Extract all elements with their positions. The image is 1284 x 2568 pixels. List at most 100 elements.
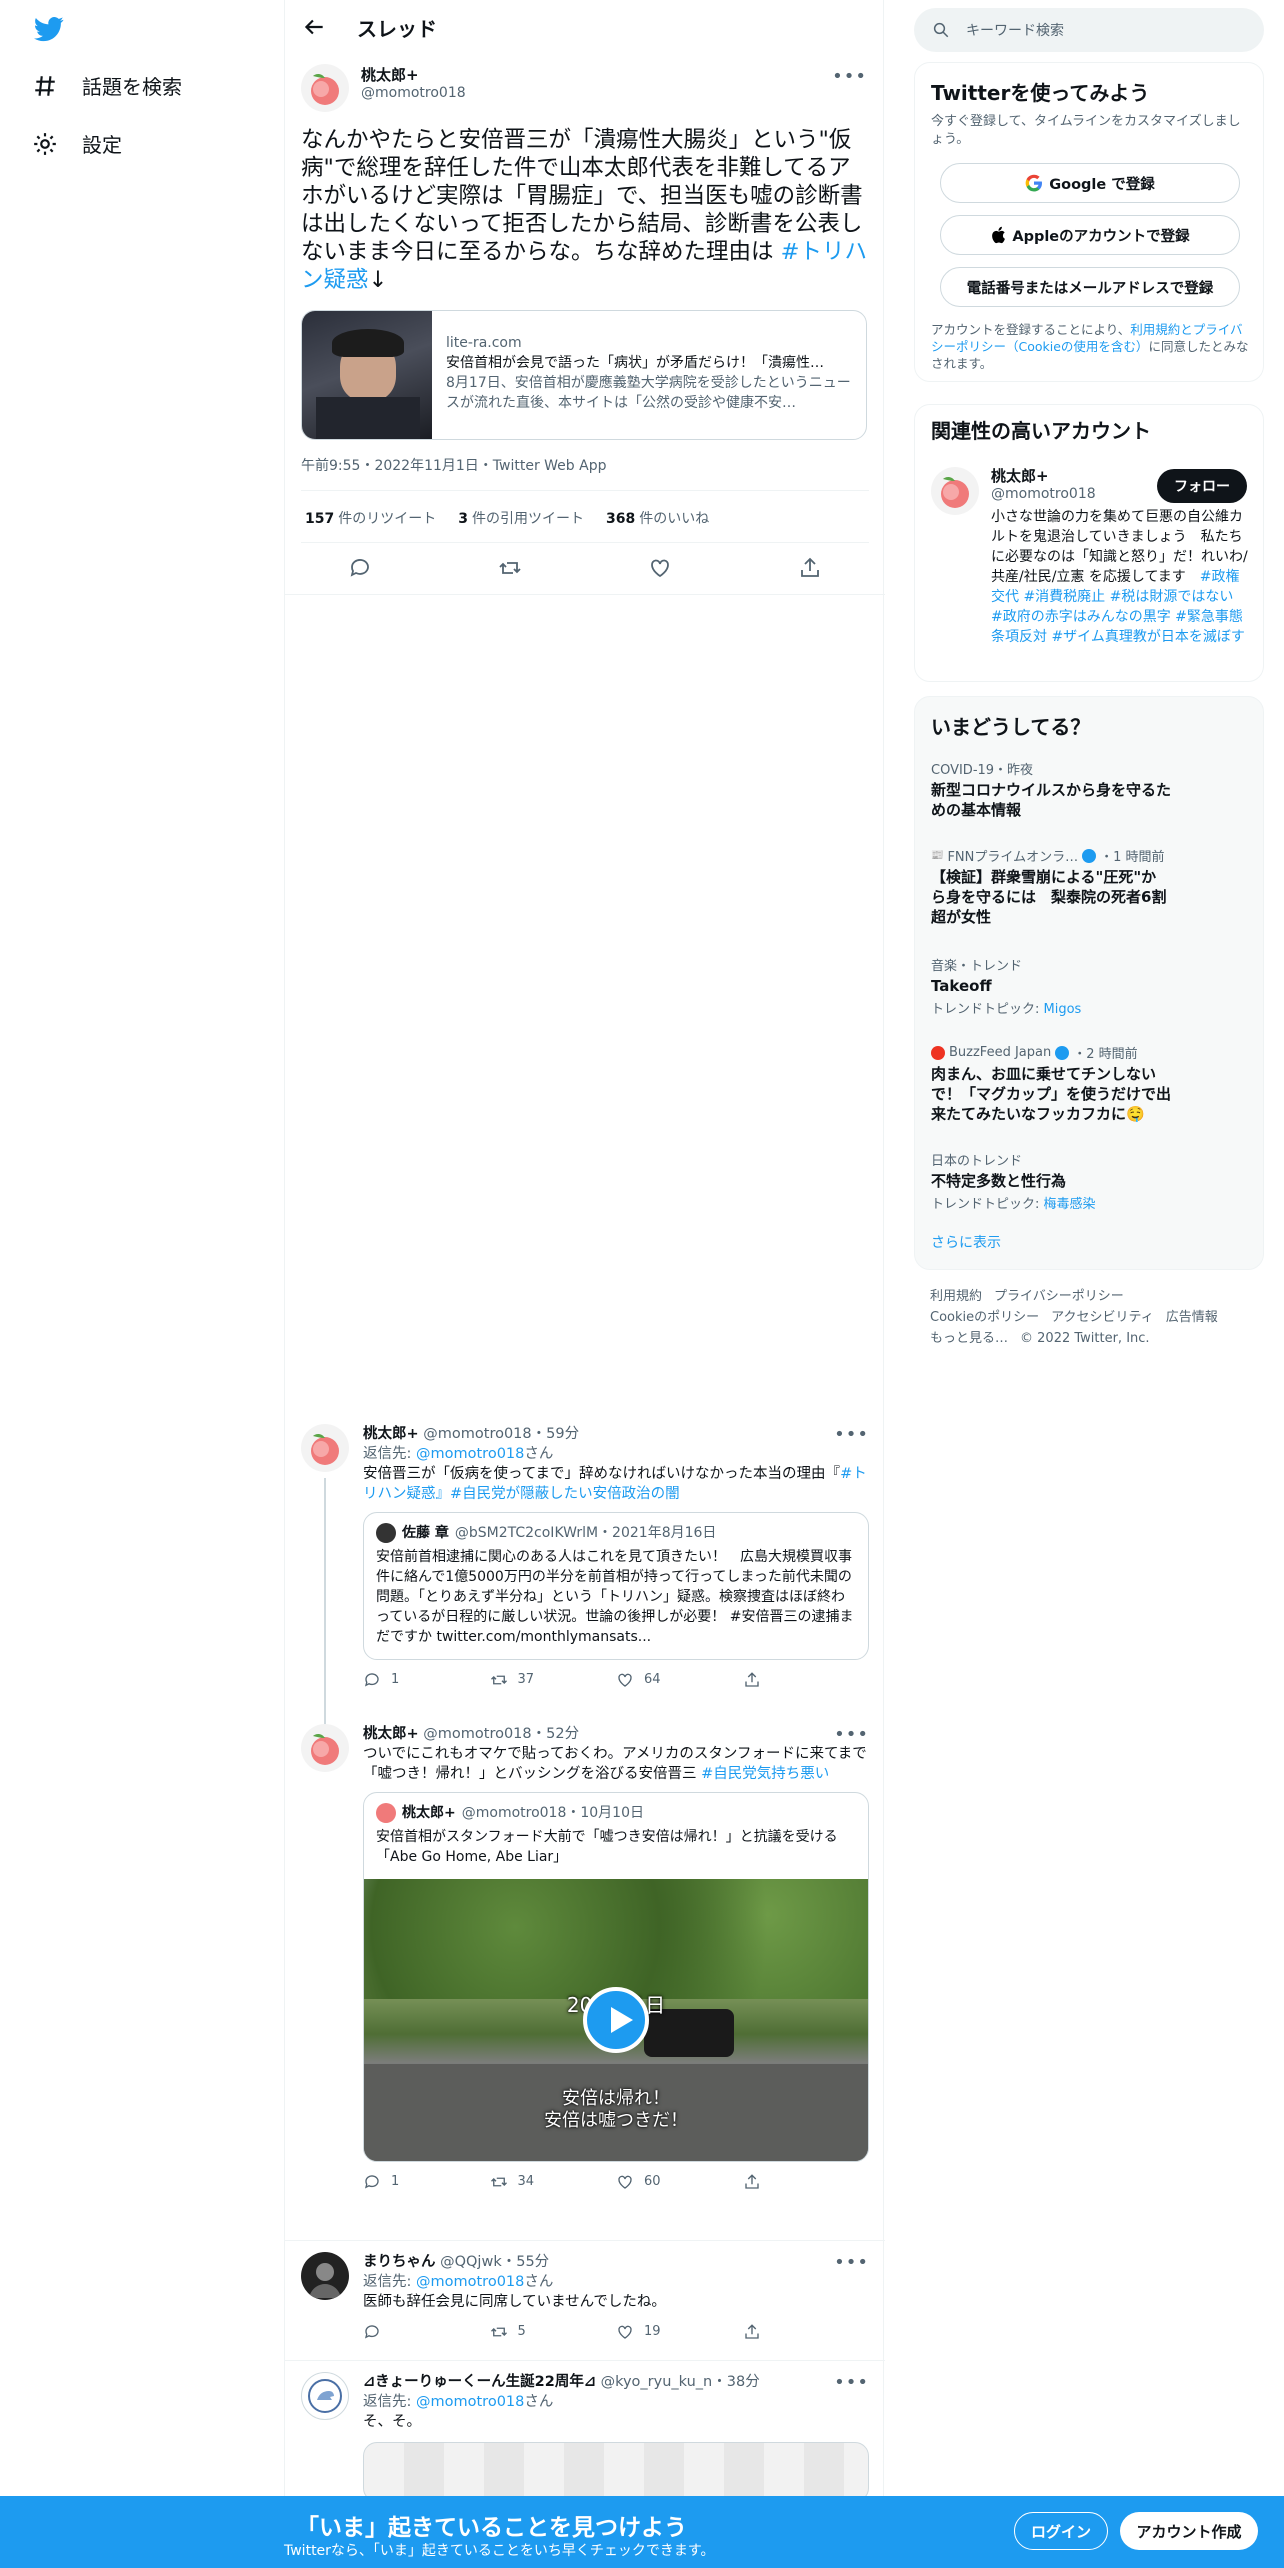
related-handle[interactable]: @momotro018 [991,486,1096,502]
link-description: 8月17日、安倍首相が慶應義塾大学病院を受診したというニュースが流れた直後、本サ… [446,375,851,411]
trend-item[interactable]: 📰 FNNプライムオンラ… ・1 時間前 【検証】群衆雪崩による"圧死"から身を守る… [931,846,1251,927]
trend-topic-link[interactable]: Migos [1044,1002,1082,1017]
reply-meta[interactable]: @kyo_ryu_ku_n・38分 [601,2374,760,2390]
share-button[interactable] [743,1670,870,1690]
follow-button[interactable]: フォロー [1157,469,1247,503]
reply-to-handle[interactable]: @momotro018 [416,2274,524,2290]
footer-cookie-link[interactable]: Cookieのポリシー [930,1310,1039,1325]
footer-privacy-link[interactable]: プライバシーポリシー [994,1289,1124,1304]
retweet-count: 157 [305,511,335,527]
trend-item[interactable]: 音楽・トレンド Takeoff トレンドトピック: Migos [931,955,1251,1017]
play-button[interactable] [583,1987,649,2053]
related-name[interactable]: 桃太郎+ [991,465,1096,486]
share-icon [744,2324,759,2339]
footer-links: 利用規約 プライバシーポリシー Cookieのポリシー アクセシビリティ 広告情報 も… [930,1286,1260,1349]
reply-author-name[interactable]: ⊿きょーりゅーくーん生誕22周年⊿ [363,2374,596,2390]
hashtag-link[interactable]: #自民党気持ち悪い [701,1766,829,1782]
trend-topic-link[interactable]: 梅毒感染 [1044,1197,1096,1212]
news-logo-icon: 📰 [931,850,944,861]
quote-author: 桃太郎+ [402,1805,456,1821]
reply-button[interactable] [363,2322,490,2342]
quote-tweet[interactable]: 桃太郎+ @momotro018・10月10日 安倍首相がスタンフォード大前で「嘘… [363,1792,869,2162]
like-button[interactable]: 60 [616,2172,743,2192]
retweet-icon [490,2177,507,2187]
link-title: 安倍首相が会見で語った「病状」が矛盾だらけ！「潰瘍性… [446,355,824,371]
retweet-button[interactable]: 5 [490,2322,617,2342]
related-bio: 小さな世論の力を集めて巨悪の自公維カルトを鬼退治していきましょう 私たちに必要な… [991,507,1249,647]
apple-signup-button[interactable]: Appleのアカウントで登録 [940,215,1240,255]
dinosaur-avatar-icon [308,2379,342,2413]
share-button[interactable] [743,2172,870,2192]
reply-author-name[interactable]: 桃太郎+ [363,1726,419,1742]
footer-accessibility-link[interactable]: アクセシビリティ [1051,1310,1154,1325]
author-handle[interactable]: @momotro018 [361,85,466,101]
link-preview-card[interactable]: lite-ra.com 安倍首相が会見で語った「病状」が矛盾だらけ！「潰瘍性… … [301,310,867,440]
retweet-button[interactable]: 34 [490,2172,617,2192]
footer-terms-link[interactable]: 利用規約 [930,1289,982,1304]
avatar[interactable] [301,2252,349,2300]
reply-meta[interactable]: @QQjwk・55分 [440,2254,549,2270]
retweet-button[interactable]: 37 [490,1670,617,1690]
avatar[interactable] [301,1724,349,1772]
reply-to-prefix: 返信先: [363,2394,416,2410]
trend-title: 新型コロナウイルスから身を守るための基本情報 [931,781,1172,819]
nav-explore[interactable]: 話題を検索 [32,71,182,100]
quote-tweet[interactable]: 佐藤 章 @bSM2TC2coIKWrlM・2021年8月16日 安倍前首相逮捕に… [363,1512,869,1660]
reply-button[interactable]: 1 [363,2172,490,2192]
author-name[interactable]: 桃太郎+ [361,64,466,85]
like-stat[interactable]: 368 件のいいね [606,508,709,528]
search-input[interactable]: キーワード検索 [966,20,1064,40]
tweet-timestamp[interactable]: 午前9:55・2022年11月1日・Twitter Web App [301,455,606,475]
signup-card: Twitterを使ってみよう 今すぐ登録して、タイムラインをカスタマイズしましょ… [914,62,1264,382]
reply-author-name[interactable]: まりちゃん [363,2254,436,2270]
link-thumbnail-image [302,311,432,439]
trend-item[interactable]: COVID-19・昨夜 新型コロナウイルスから身を守るための基本情報 [931,759,1251,820]
reply-meta[interactable]: @momotro018・52分 [423,1726,579,1742]
divider [301,490,869,491]
search-box[interactable]: キーワード検索 [914,8,1264,52]
avatar[interactable] [301,2372,349,2420]
login-button[interactable]: ログイン [1014,2512,1108,2550]
reply-to-handle[interactable]: @momotro018 [416,1446,524,1462]
avatar[interactable] [301,1424,349,1472]
manga-image[interactable] [363,2442,869,2502]
signup-button[interactable]: アカウント作成 [1120,2512,1258,2550]
video-player[interactable]: 20 1日 安倍は帰れ！ 安倍は嘘つきだ！ [364,1879,868,2161]
reply-icon[interactable] [348,556,372,580]
reply-to-handle[interactable]: @momotro018 [416,2394,524,2410]
quote-text: 安倍前首相逮捕に関心のある人はこれを見て頂きたい！ 広島大規模買収事件に絡んで1… [376,1549,854,1645]
more-options-icon[interactable]: ••• [832,66,867,87]
avatar[interactable] [931,467,979,515]
footer-ads-link[interactable]: 広告情報 [1166,1310,1218,1325]
retweet-stat[interactable]: 157 件のリツイート [305,508,436,528]
reply-to-suffix: さん [524,1446,554,1462]
share-button[interactable] [743,2322,870,2342]
twitter-logo-icon[interactable] [32,14,66,44]
back-arrow-icon[interactable] [301,14,327,40]
phone-email-signup-label: 電話番号またはメールアドレスで登録 [966,280,1214,297]
footer-more-link[interactable]: もっと見る… [930,1331,1008,1346]
reply-author-name[interactable]: 桃太郎+ [363,1426,419,1442]
nav-settings[interactable]: 設定 [32,129,122,158]
trend-item[interactable]: BuzzFeed Japan ・2 時間前 肉まん、お皿に乗せてチンしないで！「マ… [931,1043,1251,1124]
retweet-icon[interactable] [498,556,522,580]
share-icon[interactable] [798,556,822,580]
verified-badge-icon [1055,1045,1070,1060]
apple-icon [992,226,1006,244]
show-more-link[interactable]: さらに表示 [931,1232,1251,1252]
phone-email-signup-button[interactable]: 電話番号またはメールアドレスで登録 [940,267,1240,307]
signup-subtitle: 今すぐ登録して、タイムラインをカスタマイズしましょう。 [931,114,1241,147]
divider [285,2360,885,2361]
trend-item[interactable]: 日本のトレンド 不特定多数と性行為 トレンドトピック: 梅毒感染 [931,1150,1251,1212]
like-button[interactable]: 64 [616,1670,743,1690]
like-button[interactable]: 19 [616,2322,743,2342]
reply-meta[interactable]: @momotro018・59分 [423,1426,579,1442]
google-signup-button[interactable]: Google で登録 [940,163,1240,203]
like-icon[interactable] [648,556,672,580]
trend-time: ・1 時間前 [1100,850,1165,865]
reply-button[interactable]: 1 [363,1670,490,1690]
peach-avatar-icon [311,1734,339,1765]
reply-icon [364,2325,379,2339]
avatar[interactable] [301,64,349,112]
quote-stat[interactable]: 3 件の引用ツイート [458,508,584,528]
